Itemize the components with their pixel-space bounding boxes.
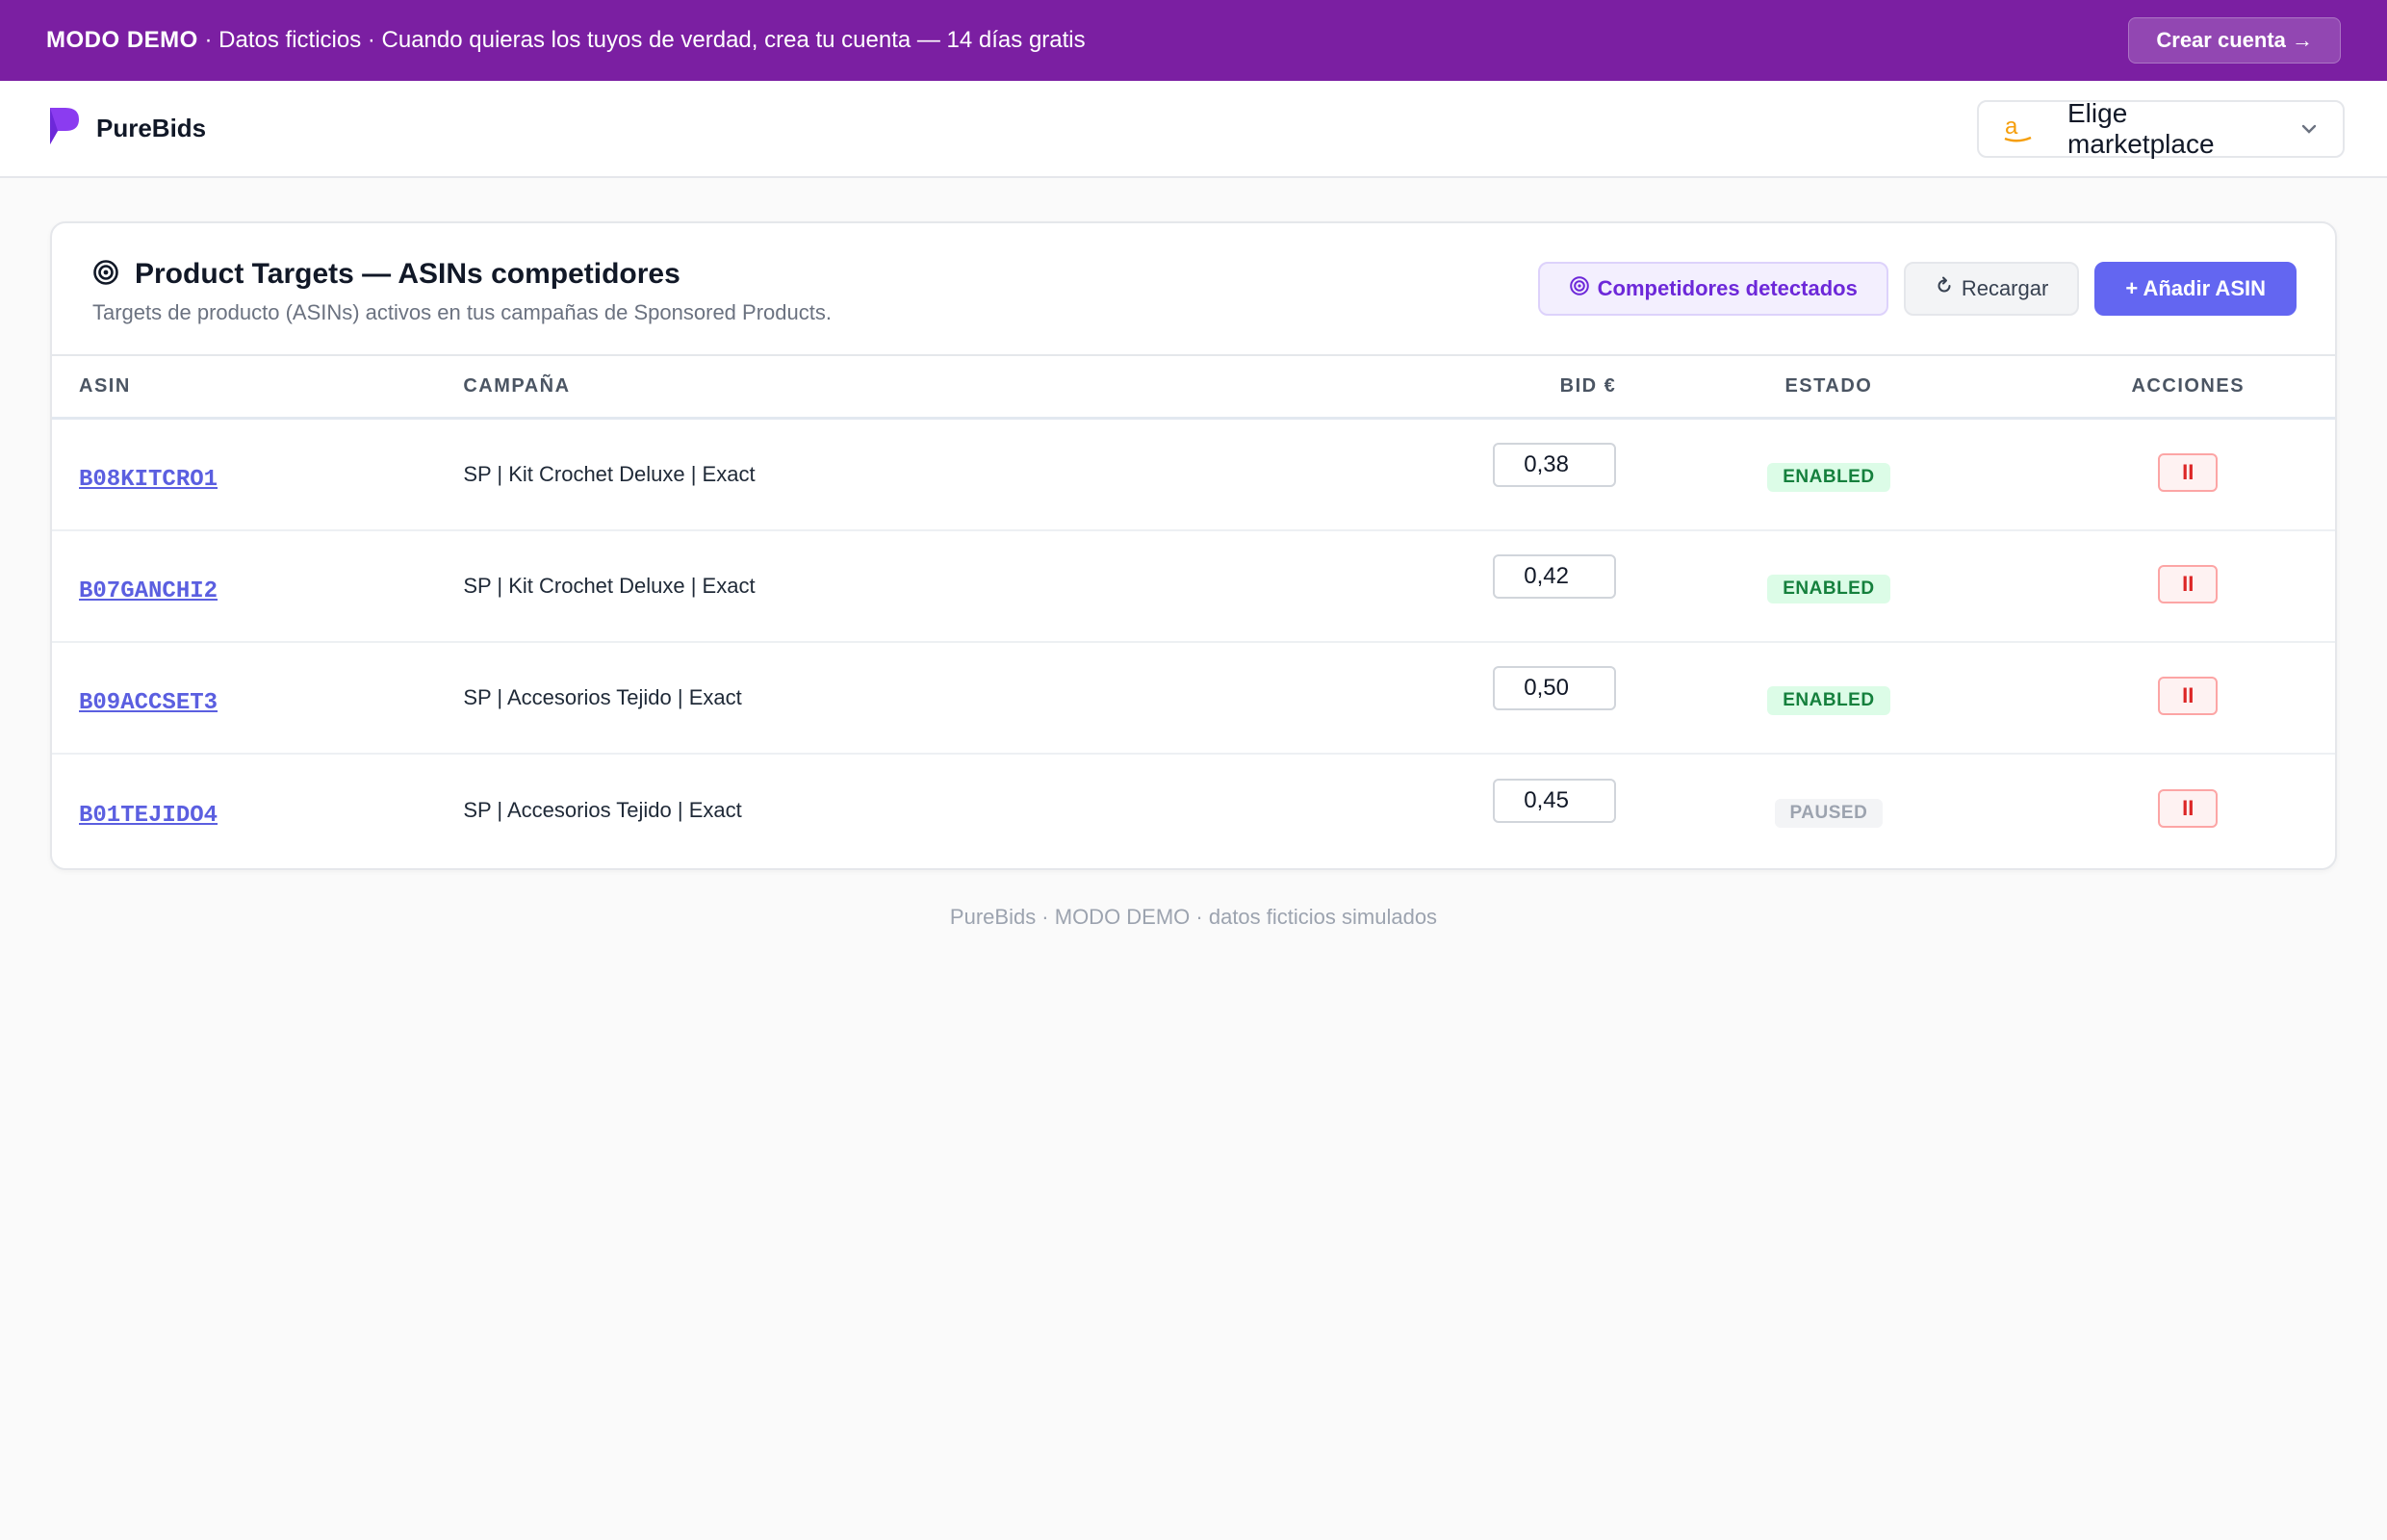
- card-header: Product Targets — ASINs competidores Tar…: [52, 223, 2335, 356]
- reload-button[interactable]: Recargar: [1903, 262, 2080, 316]
- bid-input[interactable]: [1493, 666, 1617, 710]
- asin-link[interactable]: B09ACCSET3: [79, 690, 218, 716]
- pause-button[interactable]: II: [2158, 677, 2219, 715]
- target-icon: [1569, 275, 1590, 302]
- header-asin: ASIN: [79, 375, 131, 397]
- top-nav: PureBids a Elige marketplace: [0, 81, 2387, 178]
- product-targets-card: Product Targets — ASINs competidores Tar…: [50, 221, 2337, 870]
- table-header: ASIN CAMPAÑA BID € ESTADO ACCIONES: [52, 356, 2335, 420]
- status-badge: PAUSED: [1774, 799, 1884, 828]
- svg-text:a: a: [2005, 114, 2018, 140]
- chevron-down-icon: [2298, 118, 2320, 140]
- header-campaign: CAMPAÑA: [463, 375, 571, 397]
- table-row: B09ACCSET3 SP | Accesorios Tejido | Exac…: [52, 643, 2335, 755]
- purebids-logo-icon: [46, 106, 81, 151]
- demo-banner-text: MODO DEMO · Datos ficticios · Cuando qui…: [46, 27, 1086, 54]
- demo-mode-label: MODO DEMO: [46, 27, 198, 53]
- table-row: B08KITCRO1 SP | Kit Crochet Deluxe | Exa…: [52, 420, 2335, 531]
- campaign-name: SP | Accesorios Tejido | Exact: [463, 685, 742, 709]
- competitors-detected-label: Competidores detectados: [1597, 276, 1858, 300]
- page-title: Product Targets — ASINs competidores: [135, 258, 680, 290]
- table-row: B01TEJIDO4 SP | Accesorios Tejido | Exac…: [52, 755, 2335, 866]
- status-badge: ENABLED: [1767, 575, 1890, 603]
- demo-banner: MODO DEMO · Datos ficticios · Cuando qui…: [0, 0, 2387, 81]
- amazon-icon: a: [2002, 113, 2035, 145]
- asin-link[interactable]: B07GANCHI2: [79, 578, 218, 604]
- reload-label: Recargar: [1961, 276, 2049, 300]
- campaign-name: SP | Kit Crochet Deluxe | Exact: [463, 462, 756, 486]
- pause-button[interactable]: II: [2158, 789, 2219, 828]
- campaign-name: SP | Kit Crochet Deluxe | Exact: [463, 574, 756, 598]
- target-icon: [92, 259, 119, 291]
- targets-table: ASIN CAMPAÑA BID € ESTADO ACCIONES B08KI…: [52, 356, 2335, 866]
- header-actions: Competidores detectados Recargar + Añadi…: [1537, 262, 2297, 316]
- header-bid: BID €: [1559, 375, 1617, 397]
- footer-text: PureBids · MODO DEMO · datos ficticios s…: [949, 905, 1438, 929]
- bid-input[interactable]: [1493, 443, 1617, 487]
- brand-name: PureBids: [96, 114, 207, 142]
- header-status: ESTADO: [1784, 375, 1873, 397]
- refresh-icon: [1935, 276, 1954, 301]
- table-row: B07GANCHI2 SP | Kit Crochet Deluxe | Exa…: [52, 531, 2335, 643]
- add-asin-button[interactable]: + Añadir ASIN: [2094, 262, 2297, 316]
- header-actions: ACCIONES: [2131, 375, 2246, 397]
- asin-link[interactable]: B08KITCRO1: [79, 467, 218, 493]
- brand[interactable]: PureBids: [46, 106, 206, 151]
- bid-input[interactable]: [1493, 554, 1617, 599]
- bid-input[interactable]: [1493, 779, 1617, 823]
- page-subtitle: Targets de producto (ASINs) activos en t…: [92, 300, 832, 324]
- campaign-name: SP | Accesorios Tejido | Exact: [463, 798, 742, 822]
- create-account-button[interactable]: Crear cuenta →: [2128, 17, 2341, 64]
- pause-button[interactable]: II: [2158, 453, 2219, 492]
- status-badge: ENABLED: [1767, 463, 1890, 492]
- pause-button[interactable]: II: [2158, 565, 2219, 603]
- demo-banner-message: · Datos ficticios · Cuando quieras los t…: [197, 27, 1086, 53]
- marketplace-placeholder: Elige marketplace: [2067, 97, 2215, 159]
- competitors-detected-button[interactable]: Competidores detectados: [1537, 262, 1888, 316]
- asin-link[interactable]: B01TEJIDO4: [79, 803, 218, 829]
- marketplace-select[interactable]: a Elige marketplace: [1977, 97, 2345, 159]
- status-badge: ENABLED: [1767, 686, 1890, 715]
